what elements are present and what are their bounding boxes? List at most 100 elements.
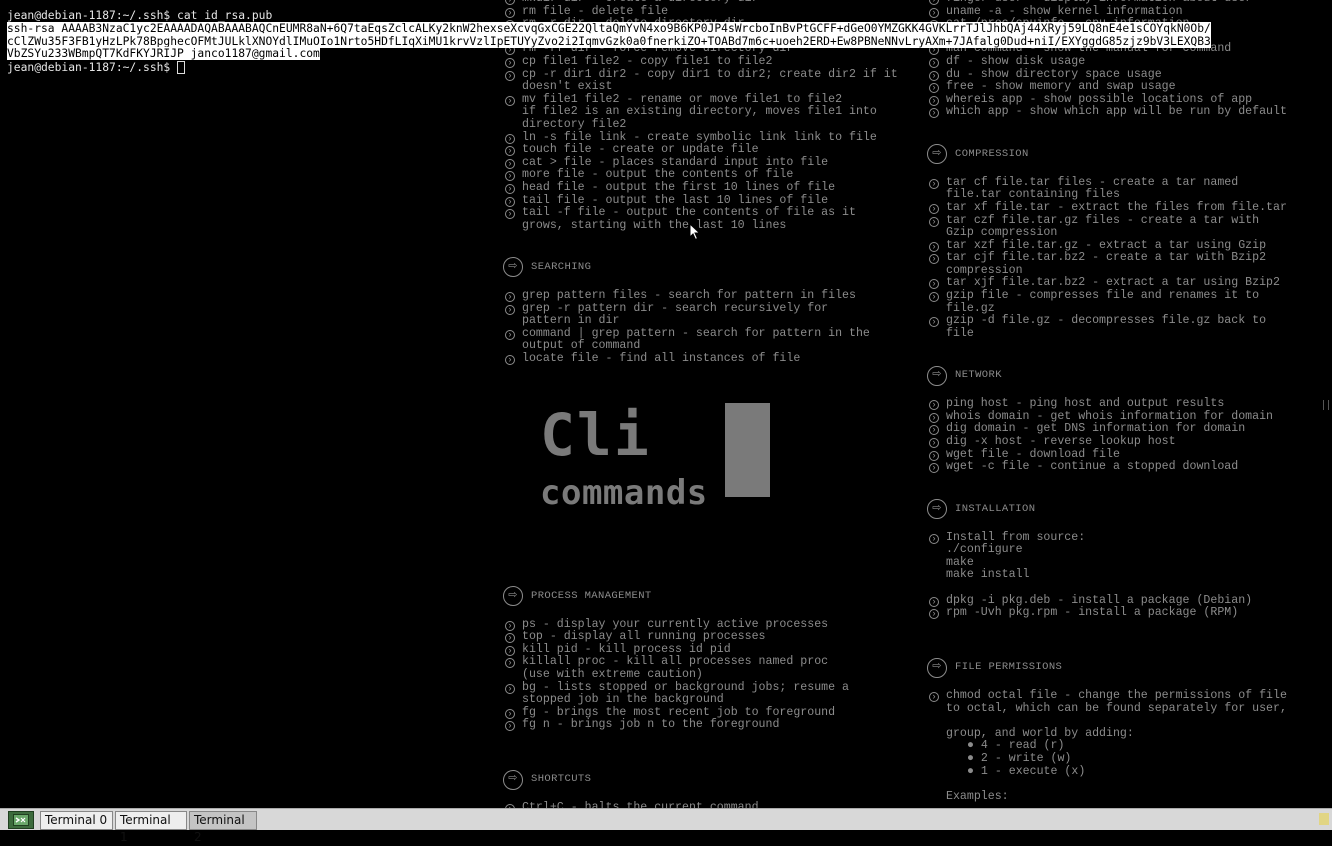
system-tray-icon[interactable] (1319, 813, 1329, 825)
section-heading-text: FILE PERMISSIONS (955, 661, 1063, 674)
cheatsheet-continuation: doesn't exist (522, 80, 613, 94)
tab-label: Terminal 0 (45, 813, 108, 827)
section-heading-text: COMPRESSION (955, 147, 1029, 160)
arrow-circle-icon: ⇨ (927, 365, 947, 386)
cheatsheet-item: locate file - find all instances of file (503, 352, 923, 366)
arrow-circle-icon: ⇨ (927, 657, 947, 678)
tab-label: Terminal 1 (120, 813, 171, 844)
cheatsheet-item: gzip file - compresses file and renames … (927, 289, 1327, 303)
cheatsheet-item: ping host - ping host and output results (927, 398, 1327, 411)
section-heading: ⇨ FILE PERMISSIONS (927, 657, 1327, 678)
cheatsheet-item: grep -r pattern dir - search recursively… (503, 302, 923, 316)
section-heading: ⇨ SEARCHING (503, 257, 923, 278)
terminal-output[interactable]: jean@debian-1187:~/.ssh$ cat id_rsa.pub s… (7, 9, 1332, 75)
cheatsheet-item: wget -c file - continue a stopped downlo… (927, 461, 1327, 474)
section-heading: ⇨ INSTALLATION (927, 498, 1327, 519)
cheatsheet-continuation: Gzip compression (946, 226, 1058, 240)
tab-label: Terminal 2 (194, 813, 245, 844)
section-heading: ⇨ COMPRESSION (927, 144, 1327, 165)
cli-commands-logo: Cli commands (540, 401, 770, 513)
cheatsheet-bullet: ● 1 - execute (x) (967, 764, 1086, 778)
cheatsheet-item: tail -f file - output the contents of fi… (503, 206, 923, 220)
cheatsheet-item: tar cjf file.tar.bz2 - create a tar with… (927, 252, 1327, 265)
desktop-wallpaper: mkdir dir - create a directory dirrm fil… (0, 0, 1332, 808)
terminal-text: jean@debian-1187:~/.ssh$ (7, 61, 178, 75)
logo-title: Cli (540, 401, 651, 469)
cheatsheet-item: rpm -Uvh pkg.rpm - install a package (RP… (927, 607, 1327, 620)
cheatsheet-item: tar cf file.tar files - create a tar nam… (927, 176, 1327, 190)
cheatsheet-item: top - display all running processes (503, 631, 923, 644)
cheatsheet-continuation: directory file2 (522, 117, 627, 131)
start-menu-button[interactable] (8, 811, 34, 829)
cheatsheet-bullet: ● 2 - write (w) (967, 752, 1072, 766)
terminal-app-icon (13, 814, 29, 826)
cheatsheet-continuation: Examples: (946, 789, 1009, 803)
cheatsheet-item: head file - output the first 10 lines of… (503, 181, 923, 195)
cheatsheet-continuation: file (946, 326, 974, 340)
section-heading-text: PROCESS MANAGEMENT (531, 589, 652, 602)
selected-text: cClZWu35F3FB1yHzLPk78BpghecOFMtJULklXNOY… (7, 34, 1211, 48)
arrow-circle-icon: ⇨ (503, 586, 523, 606)
terminal-line: jean@debian-1187:~/.ssh$ cat id_rsa.pub (7, 9, 1332, 23)
cheatsheet-item: grep pattern files - search for pattern … (503, 289, 923, 303)
arrow-circle-icon: ⇨ (927, 498, 947, 519)
taskbar-tab-terminal-2[interactable]: Terminal 2 (189, 811, 257, 844)
taskbar-tab-terminal-0[interactable]: Terminal 0 (40, 811, 113, 830)
section-heading-text: INSTALLATION (955, 502, 1036, 515)
cheatsheet-continuation: (use with extreme caution) (522, 667, 703, 681)
logo-cursor-block (725, 403, 770, 497)
terminal-line: jean@debian-1187:~/.ssh$ (7, 61, 1332, 75)
terminal-cursor (177, 61, 186, 75)
cheatsheet-item: mv file1 file2 - rename or move file1 to… (503, 93, 923, 107)
taskbar: Terminal 0 Terminal 1 Terminal 2 (0, 808, 1332, 844)
cheatsheet-item: command | grep pattern - search for patt… (503, 327, 923, 341)
cheatsheet-item: bg - lists stopped or background jobs; r… (503, 681, 923, 695)
taskbar-tab-terminal-1[interactable]: Terminal 1 (115, 811, 187, 844)
cheatsheet-item: touch file - create or update file (503, 144, 923, 157)
cheatsheet-continuation: pattern in dir (522, 314, 620, 328)
arrow-circle-icon: ⇨ (927, 144, 947, 165)
cheatsheet-item: which app - show which app will be run b… (927, 106, 1327, 119)
cheatsheet-continuation: to octal, which can be found separately … (946, 701, 1287, 715)
cheatsheet-item: fg n - brings job n to the foreground (503, 719, 923, 732)
section-heading: ⇨ PROCESS MANAGEMENT (503, 586, 923, 606)
arrow-circle-icon: ⇨ (503, 257, 523, 278)
section-heading-text: NETWORK (955, 369, 1002, 382)
cheatsheet-column-left-bottom: ⇨PROCESS MANAGEMENTps - display your cur… (503, 586, 923, 808)
section-heading-text: SHORTCUTS (531, 773, 592, 786)
section-heading: ⇨ SHORTCUTS (503, 769, 923, 790)
terminal-line: VbZSYu233WBmpQT7KdFKYJRIJP janco1187@gma… (7, 47, 1332, 61)
cheatsheet-column-right: finger user - display information about … (927, 0, 1327, 803)
section-heading: ⇨ NETWORK (927, 365, 1327, 386)
terminal-line: ssh-rsa AAAAB3NzaC1yc2EAAAADAQABAAABAQCn… (7, 21, 1332, 36)
cheatsheet-continuation: grows, starting with the last 10 lines (522, 218, 787, 232)
cheatsheet-item: Install from source: (927, 531, 1327, 545)
selected-text: ssh-rsa AAAAB3NzaC1yc2EAAAADAQABAAABAQCn… (7, 21, 1211, 35)
cheatsheet-continuation: ./configure (946, 543, 1023, 557)
terminal-text: jean@debian-1187:~/.ssh$ cat id_rsa.pub (7, 9, 273, 22)
cheatsheet-item: tar xf file.tar - extract the files from… (927, 201, 1327, 215)
scroll-indicator[interactable] (1323, 400, 1329, 410)
logo-subtitle: commands (540, 473, 708, 513)
cheatsheet-continuation: make install (946, 568, 1030, 582)
cheatsheet-item: gzip -d file.gz - decompresses file.gz b… (927, 315, 1327, 328)
